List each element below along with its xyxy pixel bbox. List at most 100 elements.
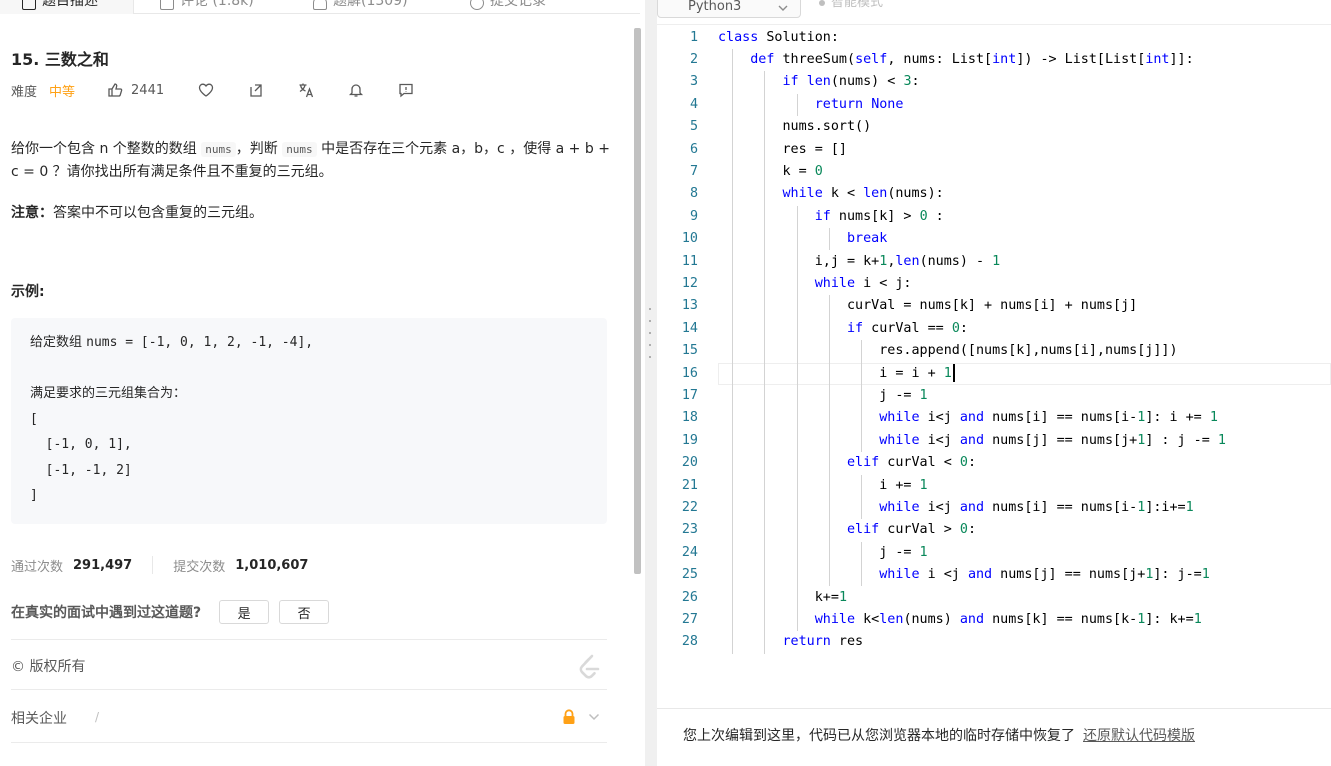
code-line[interactable]: 26 k+=1 (657, 587, 1331, 609)
problem-note: 注意：答案中不可以包含重复的三元组。 (11, 202, 263, 222)
desc-text: 给你一个包含 n 个整数的数组 (11, 141, 197, 157)
line-number: 28 (681, 634, 698, 650)
problem-panel: 题目描述 评论 (1.8k) 题解(1309) 提交记录 15. 三数之和 难度… (0, 0, 645, 766)
code-editor[interactable]: 1 class Solution: 2 def threeSum(self, num… (657, 25, 1331, 708)
tab-solutions[interactable]: 题解(1309) (313, 0, 408, 14)
code-line[interactable]: 11 i,j = k+1,len(nums) - 1 (657, 251, 1331, 273)
indent-guide (796, 93, 798, 117)
code-line[interactable]: 3 if len(nums) < 3: (657, 71, 1331, 93)
code-line[interactable]: 17 j -= 1 (657, 385, 1331, 407)
line-number: 7 (689, 163, 698, 179)
code-line[interactable]: 4 return None (657, 94, 1331, 116)
indent-guide (861, 474, 863, 520)
code-text: class Solution: (718, 29, 839, 45)
tab-comments[interactable]: 评论 (1.8k) (160, 0, 254, 14)
code-text: elif curVal < 0: (847, 455, 976, 471)
panel-splitter[interactable] (645, 0, 657, 766)
code-line[interactable]: 13 curVal = nums[k] + nums[i] + nums[j] (657, 295, 1331, 317)
like-count: 2441 (131, 82, 165, 98)
line-number: 12 (681, 275, 698, 291)
indent-guide (764, 71, 766, 654)
code-line[interactable]: 24 j -= 1 (657, 542, 1331, 564)
example-block: 给定数组 nums = [-1, 0, 1, 2, -1, -4], 满足要求的… (11, 318, 607, 524)
code-line[interactable]: 5 nums.sort() (657, 116, 1331, 138)
smart-mode-label: 智能模式 (831, 0, 884, 10)
code-text: if curVal == 0: (847, 320, 968, 336)
code-line[interactable]: 12 while i < j: (657, 273, 1331, 295)
yes-button[interactable]: 是 (219, 600, 270, 624)
divider (11, 742, 607, 743)
feedback-button[interactable] (398, 82, 414, 98)
code-line[interactable]: 7 k = 0 (657, 161, 1331, 183)
code-line[interactable]: 22 while i<j and nums[i] == nums[i-1]:i+… (657, 497, 1331, 519)
chevron-down-icon[interactable] (588, 712, 600, 722)
code-line[interactable]: 18 while i<j and nums[i] == nums[i-1]: i… (657, 407, 1331, 429)
code-line[interactable]: 15 res.append([nums[k],nums[i],nums[j]]) (657, 340, 1331, 362)
code-line[interactable]: 25 while i <j and nums[j] == nums[j+1]: … (657, 564, 1331, 586)
translate-button[interactable] (298, 82, 314, 98)
line-number: 13 (681, 298, 698, 314)
submitted-label: 提交次数 (173, 559, 226, 575)
divider (11, 689, 607, 690)
code-line[interactable]: 27 while k<len(nums) and nums[k] == nums… (657, 609, 1331, 631)
code-text: j -= 1 (718, 544, 928, 560)
line-number: 24 (681, 544, 698, 560)
related-companies[interactable]: 相关企业 (11, 708, 67, 728)
line-number: 27 (681, 611, 698, 627)
code-line[interactable]: 14 if curVal == 0: (657, 318, 1331, 340)
example-line: [-1, 0, 1], (30, 437, 132, 452)
code-text: nums.sort() (718, 119, 872, 135)
code-line[interactable]: 19 while i<j and nums[j] == nums[j+1] : … (657, 430, 1331, 452)
editor-panel: Python3 智能模式 1 class Solution: 2 def three… (657, 0, 1331, 766)
tab-description[interactable]: 题目描述 (0, 0, 134, 14)
tab-submissions[interactable]: 提交记录 (470, 0, 546, 14)
code-text: res.append([nums[k],nums[i],nums[j]]) (718, 343, 1178, 359)
example-line: [ (30, 411, 38, 427)
code-text: elif curVal > 0: (847, 522, 976, 538)
description-icon (22, 0, 36, 10)
favorite-button[interactable] (198, 82, 214, 98)
language-select[interactable]: Python3 (657, 0, 801, 18)
divider (11, 639, 607, 640)
code-line[interactable]: 10 break (657, 228, 1331, 250)
indent-guide (861, 340, 863, 453)
restore-default-link[interactable]: 还原默认代码模版 (1083, 728, 1195, 744)
indent-guide (828, 295, 830, 587)
problem-meta: 难度 中等 2441 (11, 80, 448, 100)
code-line[interactable]: 2 def threeSum(self, nums: List[int]) ->… (657, 49, 1331, 71)
line-number: 6 (689, 141, 698, 157)
left-panel-scrollbar[interactable] (634, 28, 641, 574)
stats-divider (152, 556, 154, 574)
no-button[interactable]: 否 (279, 600, 330, 624)
example-title: 示例: (11, 284, 45, 300)
code-text: return None (814, 96, 904, 112)
company-separator: / (95, 710, 100, 724)
notify-button[interactable] (348, 82, 364, 98)
code-text: while i < j: (814, 275, 912, 291)
code-line[interactable]: 28 return res (657, 631, 1331, 653)
code-text: i,j = k+1,len(nums) - 1 (718, 253, 1001, 269)
code-line[interactable]: 1 class Solution: (657, 27, 1331, 49)
code-line[interactable]: 8 while k < len(nums): (657, 183, 1331, 205)
code-text: def threeSum(self, nums: List[int]) -> L… (750, 51, 1194, 67)
restore-text: 您上次编辑到这里，代码已从您浏览器本地的临时存储中恢复了 (683, 728, 1075, 744)
lock-icon (563, 709, 575, 724)
code-line[interactable]: 21 i += 1 (657, 475, 1331, 497)
line-number: 4 (689, 96, 698, 112)
inline-code: nums (282, 142, 317, 157)
feedback-icon (399, 83, 413, 98)
example-line: 满足要求的三元组集合为： (30, 386, 187, 401)
code-text: i += 1 (718, 477, 928, 493)
like-button[interactable]: 2441 (107, 82, 164, 98)
code-line[interactable]: 9 if nums[k] > 0 : (657, 206, 1331, 228)
code-line[interactable]: 20 elif curVal < 0: (657, 452, 1331, 474)
code-line[interactable]: 6 res = [] (657, 139, 1331, 161)
share-button[interactable] (248, 82, 264, 98)
chevron-down-icon (778, 5, 788, 11)
code-text: if nums[k] > 0 : (814, 208, 944, 224)
code-line-current[interactable]: 16 i = i + 1 (682, 362, 1331, 385)
code-line[interactable]: 23 elif curVal > 0: (657, 519, 1331, 541)
line-number: 14 (681, 320, 698, 336)
smart-mode-toggle[interactable]: 智能模式 (819, 0, 883, 10)
text-caret (952, 363, 955, 382)
